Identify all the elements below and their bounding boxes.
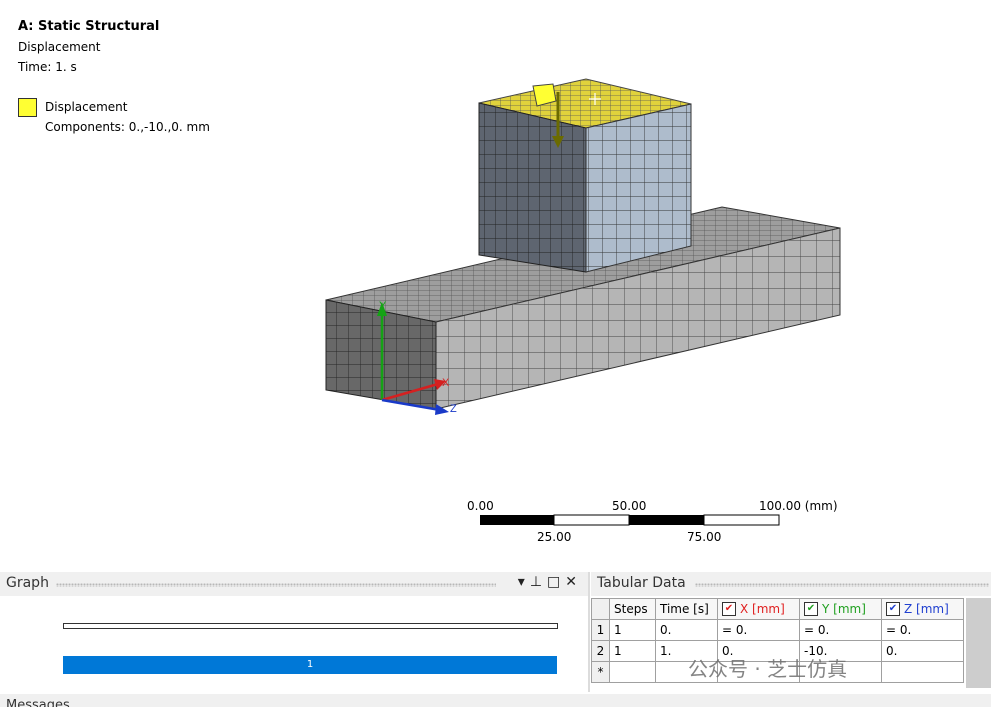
table-row: 1 1 0. = 0. = 0. = 0. bbox=[591, 619, 964, 641]
column-header-x[interactable]: ✔ X [mm] bbox=[717, 598, 800, 620]
watermark-text: 公众号 · 芝士仿真 bbox=[688, 657, 848, 681]
table-cell[interactable]: 1 bbox=[609, 619, 656, 641]
checkbox-icon[interactable]: ✔ bbox=[804, 602, 818, 617]
graphics-viewport[interactable]: A: Static Structural Displacement Time: … bbox=[0, 0, 991, 568]
scale-bar bbox=[480, 514, 780, 526]
table-header-row: Steps Time [s] ✔ X [mm] ✔ Y [mm] ✔ Z [mm] bbox=[591, 598, 964, 620]
triad-z-label: Z bbox=[450, 403, 457, 415]
triad-x-label: X bbox=[442, 377, 450, 389]
corner-cell bbox=[591, 598, 610, 620]
close-icon[interactable]: ✕ bbox=[565, 574, 582, 590]
tabular-panel-title: Tabular Data bbox=[597, 575, 686, 591]
new-row-marker[interactable]: * bbox=[591, 661, 610, 683]
graph-panel-title: Graph bbox=[6, 575, 49, 591]
row-index[interactable]: 1 bbox=[591, 619, 610, 641]
panel-grip bbox=[695, 583, 989, 587]
scale-label: 25.00 bbox=[537, 530, 572, 544]
messages-panel-title: Messages bbox=[6, 698, 70, 707]
panel-grip bbox=[56, 583, 496, 587]
pin-icon[interactable]: ⊥ bbox=[530, 574, 547, 590]
table-scrollbar[interactable] bbox=[966, 598, 991, 688]
table-cell[interactable]: 0. bbox=[655, 619, 718, 641]
scale-label: 75.00 bbox=[687, 530, 722, 544]
checkbox-icon[interactable]: ✔ bbox=[886, 602, 900, 617]
panel-divider[interactable] bbox=[588, 572, 590, 692]
panel-header-icons: ▾⊥□✕ bbox=[518, 574, 582, 590]
step-bar[interactable]: 1 bbox=[63, 656, 557, 674]
dropdown-icon[interactable]: ▾ bbox=[518, 574, 530, 590]
table-cell[interactable]: = 0. bbox=[799, 619, 882, 641]
column-header-z[interactable]: ✔ Z [mm] bbox=[881, 598, 964, 620]
table-cell[interactable]: = 0. bbox=[881, 619, 964, 641]
scale-label: 0.00 bbox=[467, 499, 494, 513]
column-header[interactable]: Time [s] bbox=[655, 598, 718, 620]
scale-label: 100.00 (mm) bbox=[759, 499, 838, 513]
row-index[interactable]: 2 bbox=[591, 640, 610, 662]
column-header[interactable]: Steps bbox=[609, 598, 656, 620]
maximize-icon[interactable]: □ bbox=[547, 574, 565, 590]
column-header-y[interactable]: ✔ Y [mm] bbox=[799, 598, 882, 620]
graph-area[interactable] bbox=[0, 596, 588, 692]
timeline-bar[interactable] bbox=[63, 623, 558, 629]
graph-panel-header[interactable]: Graph ▾⊥□✕ bbox=[0, 572, 588, 596]
checkbox-icon[interactable]: ✔ bbox=[722, 602, 736, 617]
messages-panel-header[interactable]: Messages bbox=[0, 694, 991, 707]
scale-label: 50.00 bbox=[612, 499, 647, 513]
triad-y-label: Y bbox=[379, 300, 387, 312]
table-cell[interactable]: 1 bbox=[609, 640, 656, 662]
tabular-panel-header[interactable]: Tabular Data bbox=[591, 572, 991, 596]
top-cube bbox=[478, 78, 692, 273]
table-cell[interactable] bbox=[881, 661, 964, 683]
table-cell[interactable] bbox=[609, 661, 656, 683]
mesh-model[interactable]: Y X Z bbox=[0, 0, 991, 568]
table-cell[interactable]: = 0. bbox=[717, 619, 800, 641]
table-cell[interactable]: 0. bbox=[881, 640, 964, 662]
